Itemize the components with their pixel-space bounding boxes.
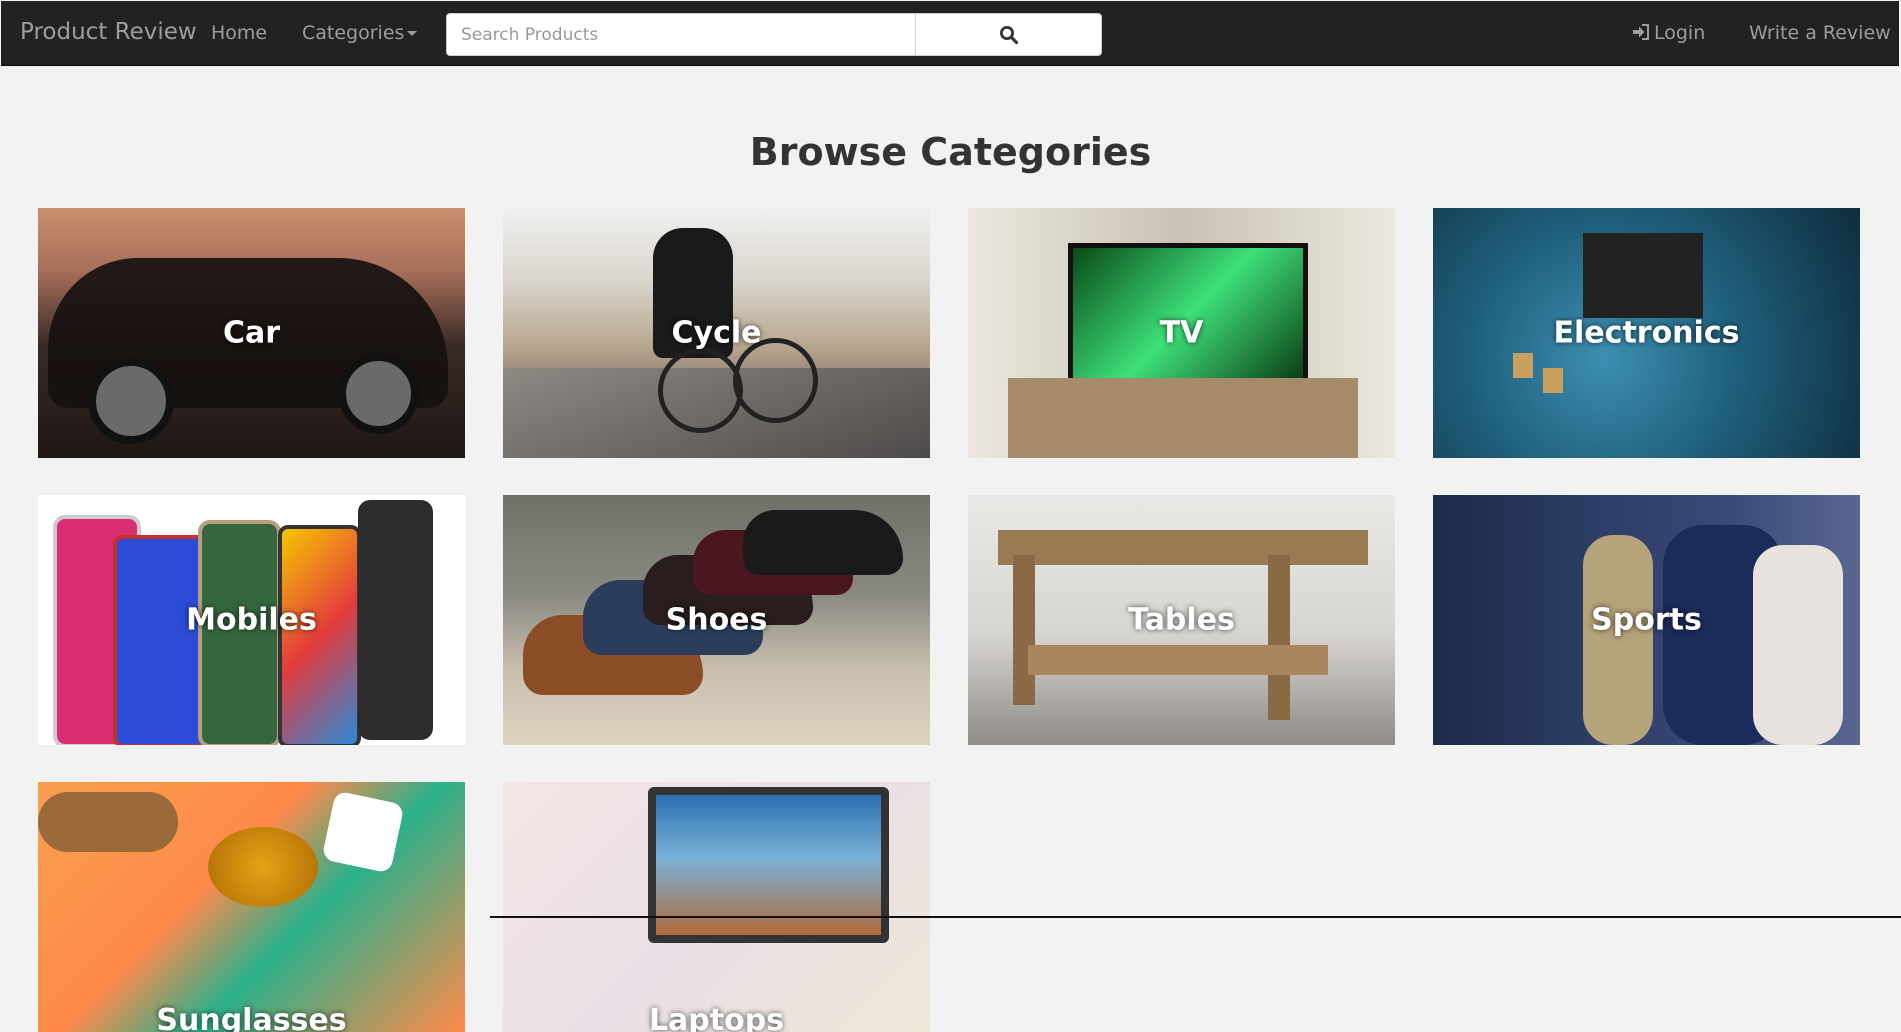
category-tile-tv[interactable]: TV xyxy=(968,208,1395,458)
login-link[interactable]: Login xyxy=(1631,22,1705,44)
search-input[interactable] xyxy=(446,13,916,56)
category-label: Tables xyxy=(1128,602,1235,638)
category-tile-tables[interactable]: Tables xyxy=(968,495,1395,745)
category-tile-shoes[interactable]: Shoes xyxy=(503,495,930,745)
category-tile-mobiles[interactable]: Mobiles xyxy=(38,495,465,745)
category-label: Shoes xyxy=(665,602,768,638)
write-review-link[interactable]: Write a Review xyxy=(1749,22,1891,44)
category-label: Laptops xyxy=(648,1003,785,1032)
sign-in-icon xyxy=(1633,24,1649,40)
search-button[interactable] xyxy=(915,13,1102,56)
page-title: Browse Categories xyxy=(749,130,1152,174)
login-label: Login xyxy=(1654,22,1706,44)
category-tile-cycle[interactable]: Cycle xyxy=(503,208,930,458)
category-tile-car[interactable]: Car xyxy=(38,208,465,458)
nav-categories-dropdown[interactable]: Categories xyxy=(302,22,418,44)
category-label: Car xyxy=(222,315,281,351)
top-navbar: Product Review Home Categories Login Wri… xyxy=(1,1,1899,66)
search-icon xyxy=(999,25,1018,44)
brand-link[interactable]: Product Review xyxy=(20,19,197,45)
category-label: Sunglasses xyxy=(156,1003,347,1032)
category-tile-sports[interactable]: Sports xyxy=(1433,495,1860,745)
category-label: Electronics xyxy=(1553,315,1740,351)
category-tile-laptops[interactable]: Laptops xyxy=(503,782,930,1032)
nav-categories-label: Categories xyxy=(302,22,405,44)
category-label: Sports xyxy=(1591,602,1702,638)
nav-home-link[interactable]: Home xyxy=(211,22,267,44)
category-label: Cycle xyxy=(671,315,762,351)
category-tile-sunglasses[interactable]: Sunglasses xyxy=(38,782,465,1032)
caret-down-icon xyxy=(407,31,418,36)
category-tile-electronics[interactable]: Electronics xyxy=(1433,208,1860,458)
category-label: TV xyxy=(1159,315,1204,351)
category-label: Mobiles xyxy=(186,602,317,638)
